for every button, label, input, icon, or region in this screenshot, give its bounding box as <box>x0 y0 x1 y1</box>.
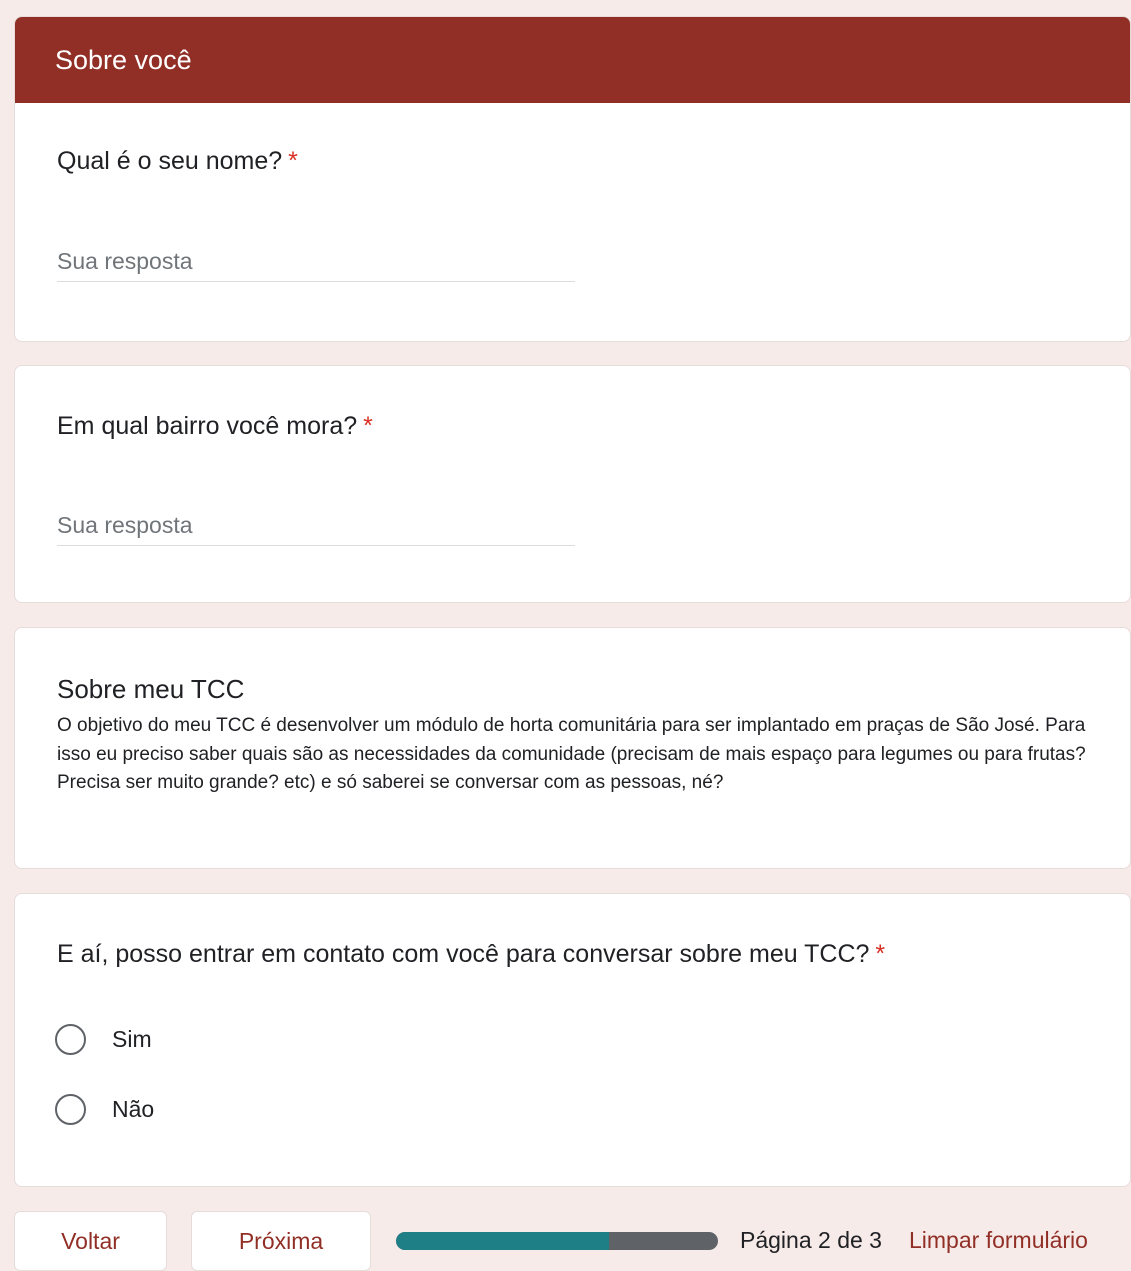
info-card: Sobre meu TCC O objetivo do meu TCC é de… <box>14 627 1131 869</box>
radio-option-label: Sim <box>112 1026 152 1052</box>
back-button[interactable]: Voltar <box>14 1211 167 1271</box>
info-description: O objetivo do meu TCC é desenvolver um m… <box>57 715 1086 793</box>
neighborhood-answer-input[interactable] <box>57 505 575 546</box>
name-answer-input[interactable] <box>57 241 575 282</box>
question-name-label: Qual é o seu nome? <box>57 147 283 175</box>
clear-form-link[interactable]: Limpar formulário <box>909 1227 1088 1254</box>
radio-circle-icon[interactable] <box>55 1024 86 1055</box>
radio-option-nao[interactable]: Não <box>55 1094 154 1125</box>
radio-option-sim[interactable]: Sim <box>55 1024 152 1055</box>
section-header-card: Sobre você Qual é o seu nome? * <box>14 16 1131 342</box>
page-indicator: Página 2 de 3 <box>740 1227 882 1253</box>
required-mark: * <box>363 412 373 440</box>
progress-bar <box>396 1232 718 1250</box>
radio-circle-icon[interactable] <box>55 1094 86 1125</box>
info-title: Sobre meu TCC <box>57 674 245 704</box>
question-name-title: Qual é o seu nome? * <box>57 147 298 176</box>
question-neighborhood-card: Em qual bairro você mora? * <box>14 365 1131 603</box>
next-button[interactable]: Próxima <box>191 1211 371 1271</box>
radio-option-label: Não <box>112 1096 155 1122</box>
section-header-bar: Sobre você <box>15 17 1130 103</box>
contact-question-label: E aí, posso entrar em contato com você p… <box>57 940 870 968</box>
progress-bar-fill <box>396 1232 609 1250</box>
section-title: Sobre você <box>55 44 192 75</box>
required-mark: * <box>875 940 886 968</box>
contact-question-title: E aí, posso entrar em contato com você p… <box>57 940 885 969</box>
question-neighborhood-title: Em qual bairro você mora? * <box>57 412 373 441</box>
contact-question-card: E aí, posso entrar em contato com você p… <box>14 893 1131 1187</box>
required-mark: * <box>288 147 298 175</box>
question-neighborhood-label: Em qual bairro você mora? <box>57 412 358 440</box>
